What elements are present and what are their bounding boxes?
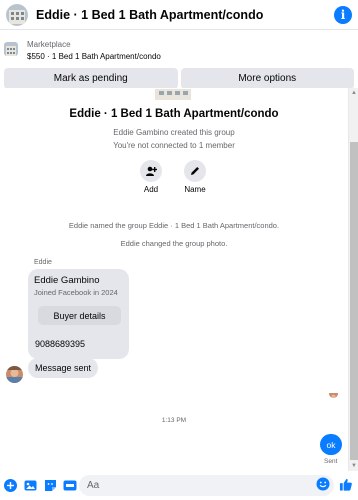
add-member-button[interactable]: Add [136, 160, 166, 194]
system-message: Eddie named the group Eddie · 1 Bed 1 Ba… [68, 221, 280, 230]
marketplace-label: Marketplace [27, 40, 71, 49]
group-avatar[interactable] [6, 3, 28, 26]
gif-icon[interactable] [63, 479, 77, 493]
buyer-details-button[interactable]: Buyer details [38, 306, 121, 325]
name-label: Name [184, 185, 206, 194]
scroll-down-arrow-icon[interactable]: ▼ [349, 461, 358, 471]
pencil-icon [184, 160, 206, 182]
connection-status-text: You're not connected to 1 member [113, 141, 235, 150]
scrollbar[interactable]: ▲ ▼ [348, 88, 358, 471]
sender-avatar[interactable] [6, 366, 23, 383]
scrollbar-thumb[interactable] [350, 142, 358, 460]
scroll-up-arrow-icon[interactable]: ▲ [349, 88, 358, 98]
add-person-icon [140, 160, 162, 182]
sender-name: Eddie [34, 259, 52, 266]
message-timestamp: 1:13 PM [161, 417, 187, 424]
message-input[interactable]: Aa [79, 475, 334, 496]
sticker-icon[interactable] [43, 479, 57, 493]
group-created-text: Eddie Gambino created this group [113, 128, 235, 137]
profile-name[interactable]: Eddie Gambino [34, 275, 123, 286]
system-message: Eddie changed the group photo. [120, 239, 228, 248]
message-bubble[interactable]: Message sent [28, 358, 99, 378]
group-photo [155, 88, 191, 100]
message-thread: Eddie · 1 Bed 1 Bath Apartment/condo Edd… [0, 88, 348, 471]
chat-title[interactable]: Eddie · 1 Bed 1 Bath Apartment/condo [36, 8, 334, 22]
read-receipt-avatar [329, 389, 338, 398]
info-icon[interactable]: i [334, 5, 352, 24]
group-name: Eddie · 1 Bed 1 Bath Apartment/condo [69, 108, 279, 120]
chat-header: Eddie · 1 Bed 1 Bath Apartment/condo i [0, 0, 358, 30]
message-composer: Aa [0, 471, 358, 500]
plus-circle-icon[interactable] [3, 479, 17, 493]
photo-icon[interactable] [23, 479, 37, 493]
add-label: Add [143, 185, 159, 194]
outgoing-message-bubble[interactable]: ok [320, 434, 342, 455]
profile-joined-text: Joined Facebook in 2024 [34, 288, 118, 297]
more-options-button[interactable]: More options [180, 68, 354, 89]
sent-status: Sent [324, 458, 338, 465]
name-group-button[interactable]: Name [180, 160, 210, 194]
listing-thumbnail[interactable] [4, 42, 18, 56]
thumbs-up-icon[interactable] [339, 477, 353, 491]
mark-as-pending-button[interactable]: Mark as pending [4, 68, 178, 89]
message-bubble[interactable]: 9088689395 [28, 334, 93, 354]
listing-title[interactable]: $550 · 1 Bed 1 Bath Apartment/condo [27, 51, 161, 62]
emoji-icon[interactable] [316, 477, 330, 491]
